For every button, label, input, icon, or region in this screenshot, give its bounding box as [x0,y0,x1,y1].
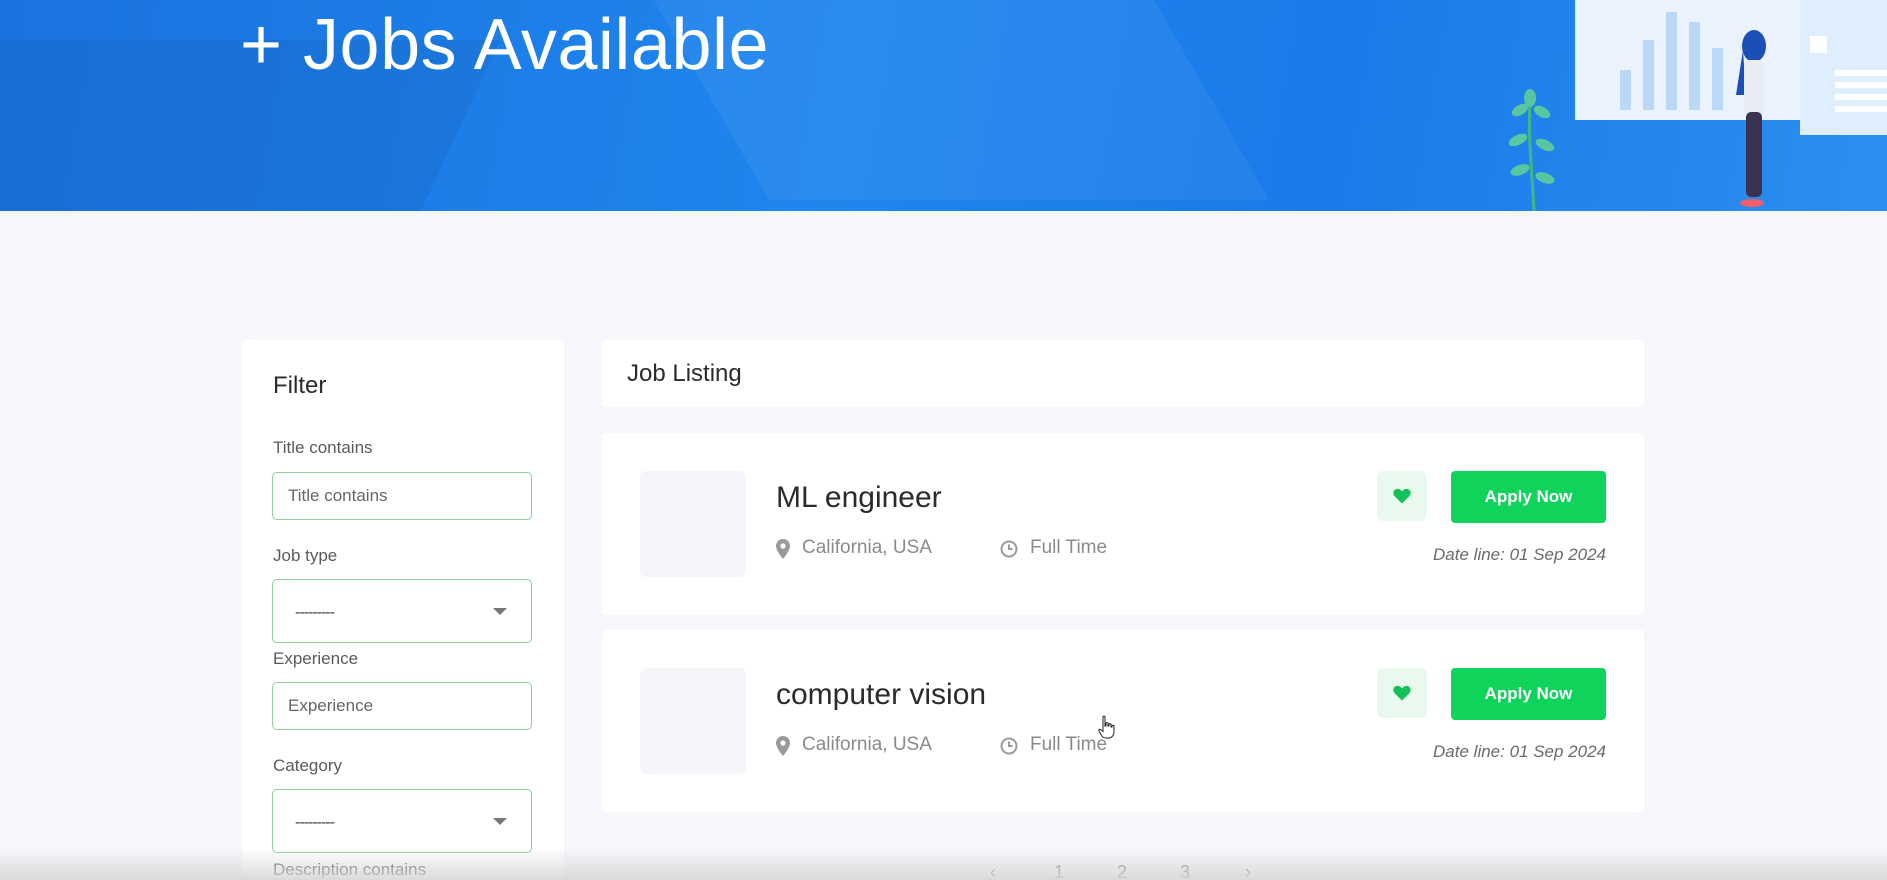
job-location: California, USA [802,537,932,558]
clock-icon [1000,540,1018,558]
category-label: Category [273,756,342,775]
job-card[interactable]: computer vision California, USA Full Tim… [602,630,1644,812]
job-type-value: --------- [295,604,335,621]
pagination-next[interactable]: › [1245,862,1251,880]
chevron-down-icon [493,818,507,825]
job-listing-title: Job Listing [627,360,742,387]
chevron-down-icon [493,608,507,615]
pagination-page[interactable]: 3 [1180,862,1190,880]
category-select[interactable]: --------- [272,789,532,853]
company-logo [640,471,746,577]
job-deadline: Date line: 01 Sep 2024 [1433,742,1606,761]
pagination-page[interactable]: 2 [1117,862,1127,880]
job-title[interactable]: ML engineer [776,481,942,515]
clock-icon [1000,737,1018,755]
job-listing-header: Job Listing [602,340,1644,407]
category-value: --------- [295,814,335,831]
hand-cursor-icon [1098,715,1115,739]
job-card[interactable]: ML engineer California, USA Full Time Ap… [602,433,1644,615]
hero-banner: + Jobs Available [0,0,1887,211]
pagination-prev[interactable]: ‹ [990,862,996,880]
pagination-page[interactable]: 1 [1054,862,1064,880]
filter-title: Filter [273,372,327,399]
job-deadline: Date line: 01 Sep 2024 [1433,545,1606,564]
title-contains-label: Title contains [273,438,373,457]
hero-illustration [1508,0,1887,211]
location-pin-icon [776,736,790,756]
company-logo [640,668,746,774]
experience-label: Experience [273,649,359,668]
title-contains-input[interactable] [272,472,532,520]
filter-panel: Filter Title contains Job type ---------… [242,340,564,880]
job-title[interactable]: computer vision [776,678,986,712]
favorite-button[interactable] [1377,471,1427,521]
apply-now-button[interactable]: Apply Now [1451,668,1606,720]
experience-input[interactable] [272,682,532,730]
apply-now-button[interactable]: Apply Now [1451,471,1606,523]
favorite-button[interactable] [1377,668,1427,718]
job-type-select[interactable]: --------- [272,579,532,643]
job-type: Full Time [1030,537,1108,558]
heart-icon [1393,685,1411,701]
job-type-label: Job type [273,546,338,565]
heart-icon [1393,488,1411,504]
job-location: California, USA [802,734,932,755]
page-title: + Jobs Available [240,5,770,85]
job-type: Full Time [1030,734,1108,755]
description-contains-label: Description contains [273,860,427,879]
location-pin-icon [776,539,790,559]
